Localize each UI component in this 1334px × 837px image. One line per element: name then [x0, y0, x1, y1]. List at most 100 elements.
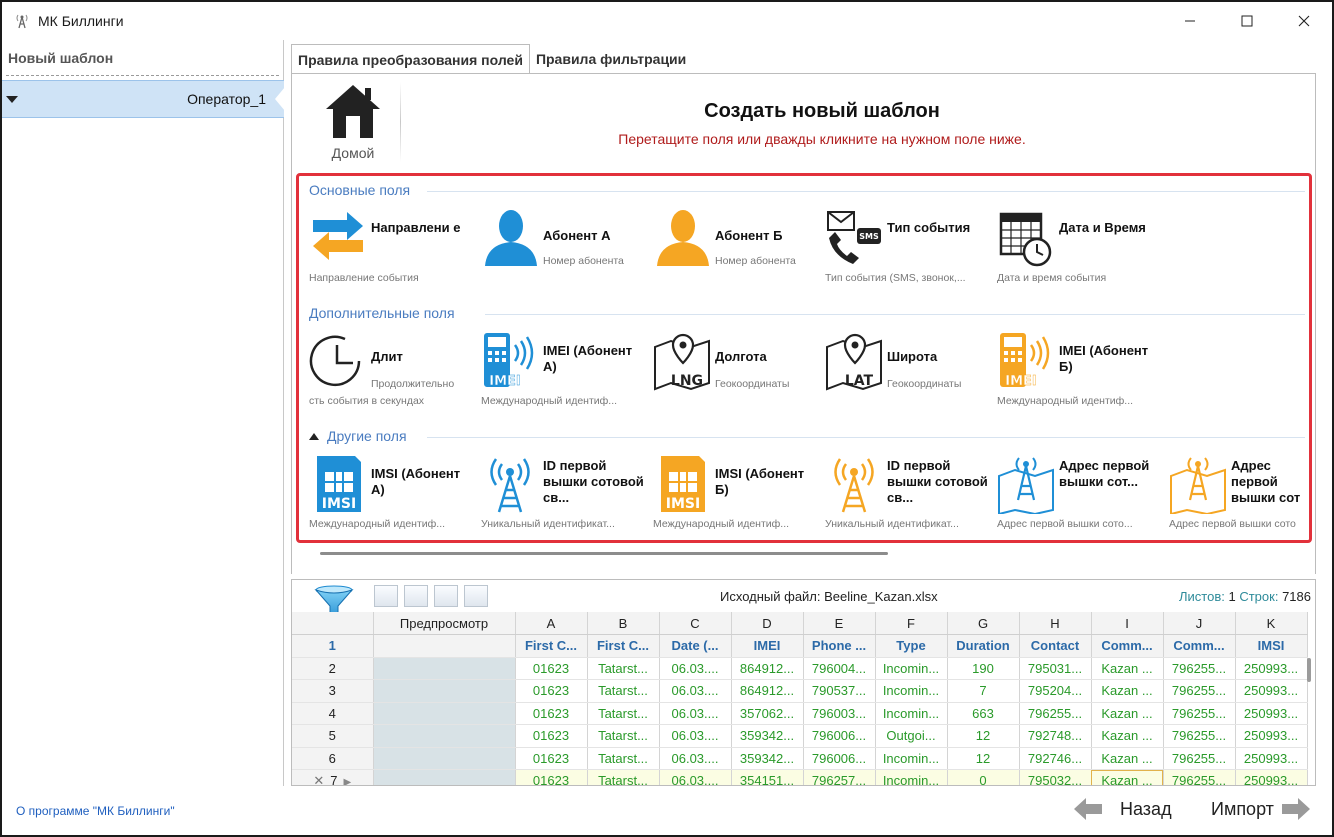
column-name-cell[interactable]: Phone ...: [803, 634, 876, 658]
table-cell[interactable]: 250993...: [1235, 657, 1308, 680]
operator-tree-item[interactable]: Оператор_1: [2, 80, 285, 118]
table-row[interactable]: ✕ 7 ▶ 01623 Tatarst... 06.03.... 354151... 7962…: [292, 769, 1308, 785]
table-cell[interactable]: Kazan ...: [1091, 702, 1164, 725]
table-cell[interactable]: 864912...: [731, 679, 804, 703]
field-tower-id-b[interactable]: ID первой вышки сотовой св... Уникальный…: [825, 454, 993, 534]
about-link[interactable]: О программе "МК Биллинги": [16, 804, 175, 818]
field-direction[interactable]: Направлени е Направление события: [309, 208, 477, 288]
table-cell[interactable]: 795204...: [1019, 679, 1092, 703]
table-cell[interactable]: 359342...: [731, 747, 804, 770]
table-cell[interactable]: 06.03....: [659, 747, 732, 770]
table-cell[interactable]: 01623: [515, 679, 588, 703]
fields-horizontal-scrollbar[interactable]: [320, 552, 888, 555]
table-cell[interactable]: 796255...: [1019, 702, 1092, 725]
table-cell[interactable]: 01623: [515, 702, 588, 725]
table-cell[interactable]: 796255...: [1163, 679, 1236, 703]
column-name-cell[interactable]: IMEI: [731, 634, 804, 658]
field-subscriber-b[interactable]: Абонент Б Номер абонента: [653, 208, 821, 288]
table-cell[interactable]: Tatarst...: [587, 657, 660, 680]
table-cell[interactable]: Kazan ...: [1091, 747, 1164, 770]
field-tower-address-a[interactable]: Адрес первой вышки сот... Адрес первой в…: [997, 454, 1165, 534]
table-cell[interactable]: Kazan ...: [1091, 657, 1164, 680]
field-imei-b[interactable]: IMEI IMEI (Абонент Б) Международный иден…: [997, 331, 1165, 411]
column-letter[interactable]: E: [803, 612, 876, 635]
table-cell[interactable]: Tatarst...: [587, 747, 660, 770]
table-row[interactable]: 2 01623 Tatarst... 06.03.... 864912... 796004…: [292, 657, 1308, 680]
field-event-type[interactable]: SMS Тип события Тип события (SMS, звонок…: [825, 208, 993, 288]
table-cell[interactable]: 792748...: [1019, 724, 1092, 748]
column-letter[interactable]: D: [731, 612, 804, 635]
table-cell[interactable]: 796003...: [803, 702, 876, 725]
column-name-cell[interactable]: Contact: [1019, 634, 1092, 658]
table-cell[interactable]: Kazan ...: [1091, 679, 1164, 703]
table-cell[interactable]: 06.03....: [659, 657, 732, 680]
table-cell[interactable]: 796255...: [1163, 724, 1236, 748]
table-cell[interactable]: 795031...: [1019, 657, 1092, 680]
column-name-cell[interactable]: Duration: [947, 634, 1020, 658]
maximize-button[interactable]: [1218, 2, 1275, 40]
tab-filter-rules[interactable]: Правила фильтрации: [530, 44, 692, 74]
table-cell[interactable]: 357062...: [731, 702, 804, 725]
column-letter[interactable]: B: [587, 612, 660, 635]
column-letter[interactable]: K: [1235, 612, 1308, 635]
table-cell[interactable]: Incomin...: [875, 657, 948, 680]
column-letter[interactable]: A: [515, 612, 588, 635]
table-cell[interactable]: Outgoi...: [875, 724, 948, 748]
column-letter[interactable]: C: [659, 612, 732, 635]
grid-vertical-scrollbar[interactable]: [1307, 658, 1311, 682]
table-cell[interactable]: 796255...: [1163, 657, 1236, 680]
table-cell[interactable]: Tatarst...: [587, 702, 660, 725]
table-cell[interactable]: 250993...: [1235, 679, 1308, 703]
hide-eye-icon[interactable]: [404, 585, 428, 607]
table-cell[interactable]: Kazan ...: [1091, 724, 1164, 748]
column-name-cell[interactable]: First C...: [587, 634, 660, 658]
table-cell[interactable]: 796255...: [1163, 702, 1236, 725]
column-letter[interactable]: H: [1019, 612, 1092, 635]
table-cell[interactable]: 790537...: [803, 679, 876, 703]
section-other-fields[interactable]: Другие поля: [309, 428, 407, 444]
table-cell[interactable]: 250993...: [1235, 724, 1308, 748]
field-longitude[interactable]: LNG Долгота Геокоординаты: [653, 331, 821, 411]
table-cell[interactable]: 354151...: [731, 769, 804, 785]
table-cell[interactable]: 7: [947, 679, 1020, 703]
table-cell[interactable]: Kazan ...: [1091, 769, 1164, 785]
field-latitude[interactable]: LAT Широта Геокоординаты: [825, 331, 993, 411]
column-name-cell[interactable]: IMSI: [1235, 634, 1308, 658]
table-cell[interactable]: 12: [947, 747, 1020, 770]
minimize-button[interactable]: [1161, 2, 1218, 40]
table-row[interactable]: 4 01623 Tatarst... 06.03.... 357062... 796003…: [292, 702, 1308, 725]
tab-field-transform[interactable]: Правила преобразования полей: [291, 44, 530, 74]
table-cell[interactable]: 190: [947, 657, 1020, 680]
autosize-icon[interactable]: [464, 585, 488, 607]
show-eye-icon[interactable]: [374, 585, 398, 607]
field-datetime[interactable]: Дата и Время Дата и время события: [997, 208, 1165, 288]
column-name-cell[interactable]: Comm...: [1091, 634, 1164, 658]
close-button[interactable]: [1275, 2, 1332, 40]
table-cell[interactable]: 06.03....: [659, 702, 732, 725]
table-cell[interactable]: 06.03....: [659, 679, 732, 703]
field-subscriber-a[interactable]: Абонент А Номер абонента: [481, 208, 649, 288]
expand-triangle-icon[interactable]: [6, 95, 18, 103]
column-name-cell[interactable]: First C...: [515, 634, 588, 658]
table-row[interactable]: 3 01623 Tatarst... 06.03.... 864912... 790537…: [292, 679, 1308, 703]
table-cell[interactable]: 01623: [515, 769, 588, 785]
column-name-cell[interactable]: Type: [875, 634, 948, 658]
new-template-header[interactable]: Новый шаблон: [6, 40, 279, 76]
column-name-cell[interactable]: Date (...: [659, 634, 732, 658]
back-button[interactable]: Назад: [1074, 798, 1172, 820]
field-tower-id-a[interactable]: ID первой вышки сотовой св... Уникальный…: [481, 454, 649, 534]
table-cell[interactable]: 796257...: [803, 769, 876, 785]
table-cell[interactable]: 796006...: [803, 747, 876, 770]
table-cell[interactable]: 795032...: [1019, 769, 1092, 785]
field-imsi-a[interactable]: IMSI IMSI (Абонент А) Международный иден…: [309, 454, 477, 534]
table-cell[interactable]: 250993...: [1235, 702, 1308, 725]
column-letter[interactable]: J: [1163, 612, 1236, 635]
column-letter[interactable]: I: [1091, 612, 1164, 635]
table-cell[interactable]: 792746...: [1019, 747, 1092, 770]
column-letter[interactable]: F: [875, 612, 948, 635]
table-cell[interactable]: Incomin...: [875, 702, 948, 725]
table-cell[interactable]: 06.03....: [659, 769, 732, 785]
table-cell[interactable]: 796255...: [1163, 769, 1236, 785]
table-cell[interactable]: 06.03....: [659, 724, 732, 748]
column-letter[interactable]: G: [947, 612, 1020, 635]
